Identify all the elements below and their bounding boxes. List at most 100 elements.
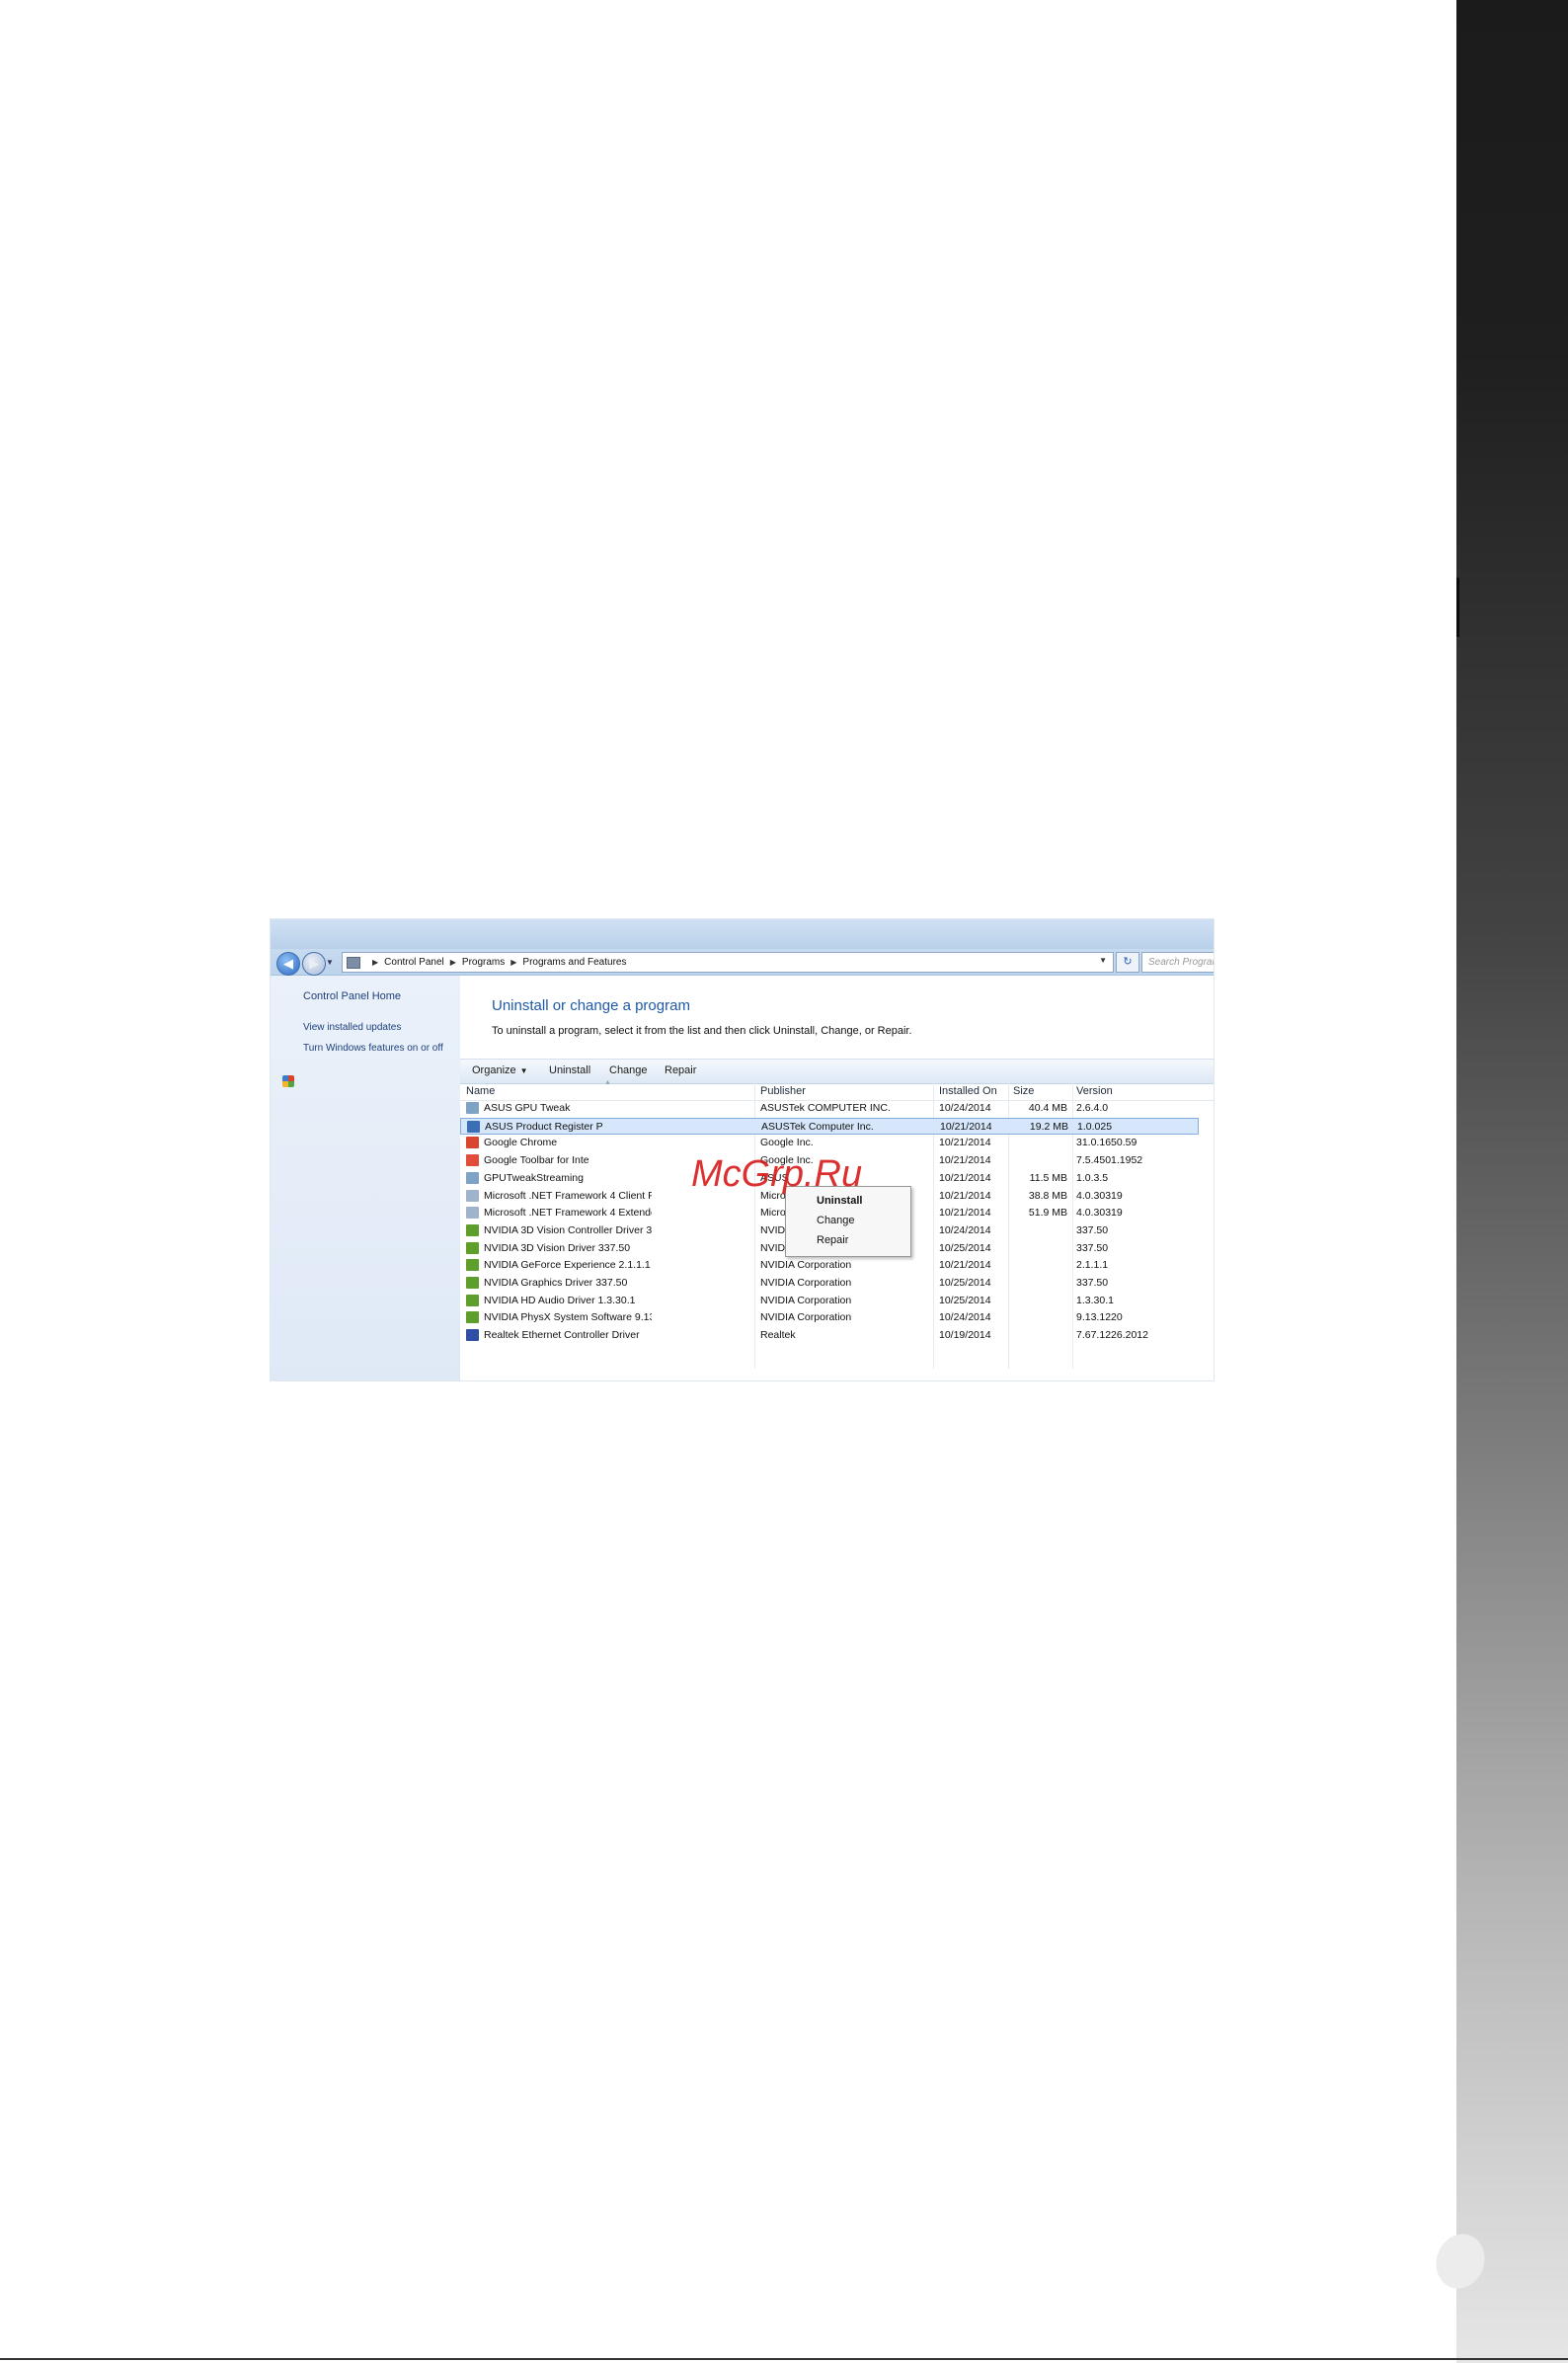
program-installed-on: 10/21/2014 xyxy=(939,1171,991,1184)
context-uninstall-item[interactable]: Uninstall xyxy=(817,1195,862,1207)
program-installed-on: 10/25/2014 xyxy=(939,1294,991,1306)
breadcrumb-item[interactable]: Programs xyxy=(462,957,505,968)
context-change-item[interactable]: Change xyxy=(817,1215,855,1226)
control-panel-folder-icon xyxy=(347,956,360,969)
program-version: 7.67.1226.2012 xyxy=(1076,1329,1148,1342)
chevron-right-icon[interactable]: ▶ xyxy=(450,958,456,967)
sort-ascending-icon: ▲ xyxy=(604,1079,611,1086)
address-dropdown-icon[interactable]: ▼ xyxy=(1099,956,1107,965)
program-name: NVIDIA Graphics Driver 337.50 xyxy=(484,1277,628,1289)
nvidia-icon xyxy=(466,1223,479,1236)
nvidia-icon xyxy=(466,1294,479,1306)
program-row[interactable]: Realtek Ethernet Controller Driver Realte… xyxy=(460,1327,1199,1344)
program-publisher: Google Inc. xyxy=(760,1137,814,1149)
windows-shield-icon xyxy=(282,1075,294,1087)
command-toolbar: Organize ▼ Uninstall Change Repair xyxy=(460,1059,1214,1084)
program-version: 4.0.30319 xyxy=(1076,1207,1123,1220)
column-header-size[interactable]: Size xyxy=(1013,1085,1034,1097)
realtek-icon xyxy=(466,1329,479,1342)
refresh-button[interactable]: ↻ xyxy=(1116,952,1139,973)
view-installed-updates-link[interactable]: View installed updates xyxy=(303,1022,401,1033)
uninstall-button[interactable]: Uninstall xyxy=(549,1064,590,1076)
program-row[interactable]: NVIDIA Graphics Driver 337.50 NVIDIA Corp… xyxy=(460,1275,1199,1292)
program-row[interactable]: Google Chrome Google Inc. 10/21/2014 31.0.1… xyxy=(460,1135,1199,1151)
program-publisher: Realtek xyxy=(760,1329,796,1342)
program-publisher: NVIDIA Corporation xyxy=(760,1259,852,1272)
program-name: ASUS Product Register P xyxy=(485,1120,603,1133)
program-row[interactable]: NVIDIA PhysX System Software 9.13.1220 NV… xyxy=(460,1309,1199,1326)
program-version: 2.1.1.1 xyxy=(1076,1259,1109,1272)
left-task-pane: Control Panel Home View installed update… xyxy=(271,976,460,1380)
chevron-right-icon[interactable]: ▶ xyxy=(372,958,378,967)
program-size: 40.4 MB xyxy=(1028,1102,1067,1114)
repair-button[interactable]: Repair xyxy=(665,1064,696,1076)
program-publisher: NVIDIA Corporation xyxy=(760,1294,852,1306)
program-row[interactable]: NVIDIA GeForce Experience 2.1.1.1 NVIDIA … xyxy=(460,1257,1199,1274)
program-row[interactable]: ASUS GPU Tweak ASUSTek COMPUTER INC. 10/24… xyxy=(460,1100,1199,1117)
title-bar xyxy=(271,919,1214,949)
program-publisher: NVIDIA Corporation xyxy=(760,1277,852,1289)
program-size: 11.5 MB xyxy=(1029,1171,1067,1184)
program-name: ASUS GPU Tweak xyxy=(484,1102,571,1114)
context-menu: Uninstall Change Repair xyxy=(785,1186,911,1257)
program-row[interactable]: NVIDIA HD Audio Driver 1.3.30.1 NVIDIA Co… xyxy=(460,1293,1199,1309)
change-button[interactable]: Change xyxy=(609,1064,648,1076)
control-panel-home-link[interactable]: Control Panel Home xyxy=(303,990,401,1002)
column-header-version[interactable]: Version xyxy=(1076,1085,1113,1097)
dotnet-icon xyxy=(466,1189,479,1202)
chevron-right-icon[interactable]: ▶ xyxy=(510,958,516,967)
page-side-tab xyxy=(1456,0,1568,2363)
column-header-name[interactable]: Name xyxy=(466,1085,495,1097)
nvidia-icon xyxy=(466,1259,479,1272)
program-name: NVIDIA PhysX System Software 9.13.1220 xyxy=(484,1311,652,1324)
recent-pages-dropdown-icon[interactable]: ▼ xyxy=(326,958,334,967)
arrow-left-icon: ◀ xyxy=(283,956,293,971)
program-installed-on: 10/24/2014 xyxy=(939,1102,991,1114)
program-installed-on: 10/24/2014 xyxy=(939,1311,991,1324)
back-button[interactable]: ◀ xyxy=(276,952,300,976)
program-version: 1.3.30.1 xyxy=(1076,1294,1114,1306)
organize-label: Organize xyxy=(472,1064,516,1076)
column-header-publisher[interactable]: Publisher xyxy=(760,1085,806,1097)
address-bar[interactable]: ▶ Control Panel ▶ Programs ▶ Programs an… xyxy=(342,952,1114,973)
program-name: Google Chrome xyxy=(484,1137,558,1149)
program-installed-on: 10/21/2014 xyxy=(940,1120,992,1133)
program-name: GPUTweakStreaming xyxy=(484,1171,584,1184)
program-version: 4.0.30319 xyxy=(1076,1189,1123,1202)
search-input[interactable]: Search Programs and Features xyxy=(1141,952,1214,973)
program-name: NVIDIA GeForce Experience 2.1.1.1 xyxy=(484,1259,651,1272)
program-version: 337.50 xyxy=(1076,1223,1109,1236)
program-version: 337.50 xyxy=(1076,1241,1109,1254)
watermark: McGrp.Ru xyxy=(691,1153,863,1195)
program-installed-on: 10/21/2014 xyxy=(939,1189,991,1202)
asus-gpu-tweak-icon xyxy=(466,1102,479,1114)
google-toolbar-icon xyxy=(466,1154,479,1167)
asus-register-icon xyxy=(467,1120,480,1133)
program-publisher: ASUSTek Computer Inc. xyxy=(761,1120,874,1133)
program-installed-on: 10/19/2014 xyxy=(939,1329,991,1342)
side-tab-notch xyxy=(1456,578,1459,637)
breadcrumb-item[interactable]: Programs and Features xyxy=(522,957,626,968)
breadcrumb-item[interactable]: Control Panel xyxy=(384,957,444,968)
bottom-rule xyxy=(0,2358,1568,2360)
program-version: 9.13.1220 xyxy=(1076,1311,1123,1324)
organize-button[interactable]: Organize ▼ xyxy=(472,1064,528,1076)
refresh-icon: ↻ xyxy=(1123,956,1133,968)
column-header-installed-on[interactable]: Installed On xyxy=(939,1085,997,1097)
program-installed-on: 10/25/2014 xyxy=(939,1277,991,1289)
programs-and-features-window: ◀ ▶ ▼ ▶ Control Panel ▶ Programs ▶ Progr… xyxy=(270,918,1215,1381)
context-repair-item[interactable]: Repair xyxy=(817,1234,848,1246)
program-name: Realtek Ethernet Controller Driver xyxy=(484,1329,640,1342)
program-row[interactable]: ASUS Product Register P ASUSTek Computer … xyxy=(460,1117,1199,1135)
nvidia-icon xyxy=(466,1277,479,1289)
program-name: Google Toolbar for Inte xyxy=(484,1154,589,1167)
windows-features-link[interactable]: Turn Windows features on or off xyxy=(303,1043,451,1055)
nvidia-icon xyxy=(466,1241,479,1254)
gpu-tweak-streaming-icon xyxy=(466,1171,479,1184)
program-installed-on: 10/21/2014 xyxy=(939,1137,991,1149)
address-bar-row: ◀ ▶ ▼ ▶ Control Panel ▶ Programs ▶ Progr… xyxy=(271,949,1214,976)
program-publisher: NVIDIA Corporation xyxy=(760,1311,852,1324)
dotnet-icon xyxy=(466,1207,479,1220)
program-name: NVIDIA 3D Vision Driver 337.50 xyxy=(484,1241,631,1254)
forward-button[interactable]: ▶ xyxy=(302,952,326,976)
